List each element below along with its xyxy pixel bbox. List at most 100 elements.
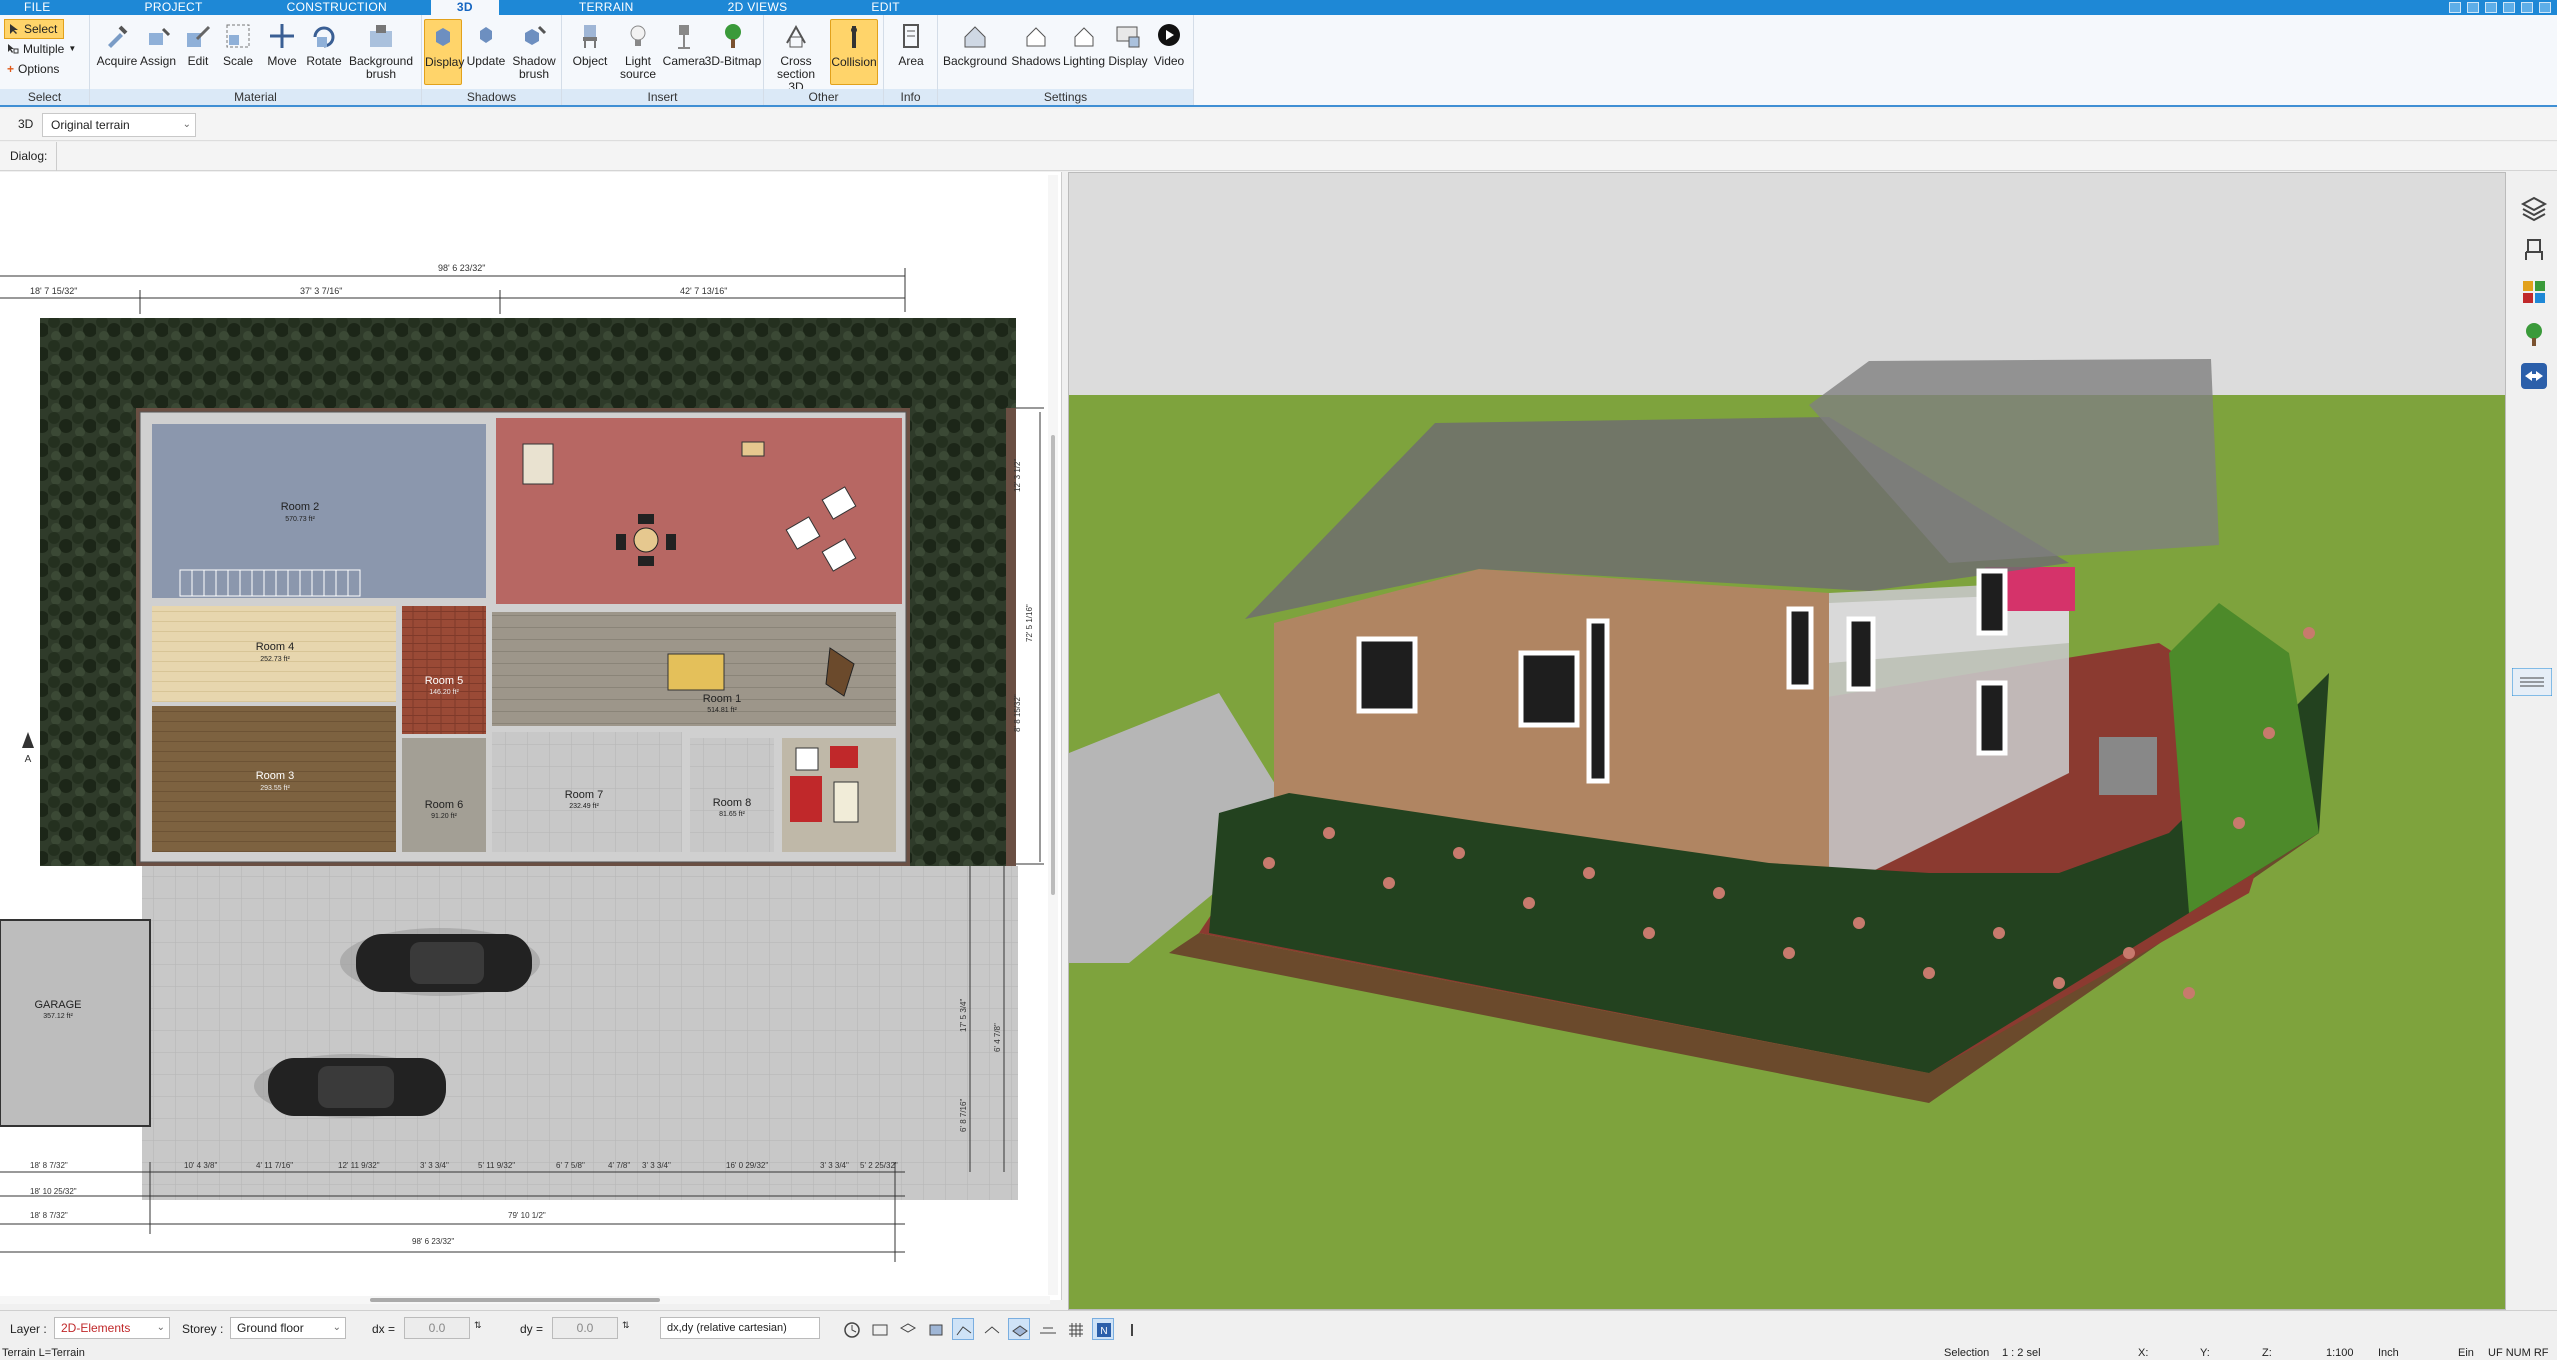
more-options-icon[interactable] — [1120, 1318, 1142, 1340]
minimize-icon[interactable] — [2485, 2, 2497, 13]
background-button[interactable]: Background — [942, 21, 1008, 68]
object-button[interactable]: Object — [568, 21, 612, 68]
room-5[interactable] — [402, 606, 486, 734]
rotate-icon — [313, 26, 335, 48]
floor-plan-canvas[interactable]: 98' 6 23/32" 18' 7 15/32" 37' 3 7/16" 42… — [0, 172, 1062, 1300]
unit-readout: Inch — [2378, 1347, 2399, 1359]
multiple-button[interactable]: Multiple ▼ — [4, 39, 84, 59]
rotate-button[interactable]: Rotate — [304, 21, 344, 68]
dim-r2: 8' 8 15/32" — [1013, 694, 1022, 732]
plan-vertical-scrollbar[interactable] — [1048, 175, 1058, 1295]
select-button[interactable]: Select — [4, 19, 64, 39]
area-button[interactable]: Area — [890, 21, 932, 68]
room-3-area: 293.55 ft² — [260, 785, 290, 792]
settings-icon[interactable] — [2467, 2, 2479, 13]
eyedropper-icon — [108, 25, 128, 48]
dx-stepper-icon[interactable]: ⇅ — [474, 1320, 482, 1331]
light-source-button[interactable]: Light source — [616, 21, 660, 81]
display-settings-button[interactable]: Display — [1106, 21, 1150, 68]
room-2-area: 570.73 ft² — [285, 516, 315, 523]
room-6[interactable] — [402, 738, 486, 852]
tab-file[interactable]: FILE — [0, 0, 75, 15]
status-message: Terrain L=Terrain — [2, 1347, 85, 1359]
material-palette-icon[interactable] — [2520, 278, 2548, 306]
maximize-icon[interactable] — [2521, 2, 2533, 13]
video-button[interactable]: Video — [1148, 21, 1190, 68]
dim-r1: 12' 3 1/2" — [1013, 459, 1022, 492]
play-icon — [1158, 24, 1180, 46]
room-8[interactable] — [690, 738, 774, 852]
camera-button[interactable]: Camera — [662, 21, 706, 68]
layers-visibility-icon[interactable] — [896, 1318, 918, 1340]
3d-side-panel — [2508, 172, 2557, 1310]
floor-plan-view[interactable]: 98' 6 23/32" 18' 7 15/32" 37' 3 7/16" 42… — [0, 172, 1062, 1300]
cross-section-3d-button[interactable]: Cross section 3D — [768, 21, 824, 94]
tab-edit[interactable]: EDIT — [811, 0, 924, 15]
coord-mode-select[interactable]: dx,dy (relative cartesian) — [660, 1317, 820, 1339]
dim-b13: 79' 10 1/2" — [508, 1211, 546, 1220]
monitor-icon — [1116, 26, 1140, 48]
collision-button[interactable]: Collision — [830, 19, 878, 85]
x-readout: X: — [2138, 1347, 2149, 1359]
tab-3d[interactable]: 3D — [430, 0, 499, 15]
tab-2d-views[interactable]: 2D VIEWS — [658, 0, 812, 15]
dy-input[interactable]: 0.0 — [552, 1317, 618, 1339]
dim-left-top: 18' 7 15/32" — [30, 286, 77, 296]
dy-stepper-icon[interactable]: ⇅ — [622, 1320, 630, 1331]
3d-bitmap-button[interactable]: 3D-Bitmap — [704, 21, 762, 68]
assign-button[interactable]: Assign — [138, 21, 178, 68]
north-icon[interactable]: N — [1092, 1318, 1114, 1340]
3d-scene[interactable] — [1069, 173, 2506, 1310]
3d-view[interactable] — [1068, 172, 2506, 1310]
garage[interactable] — [0, 919, 151, 1127]
app-window: { "menu_tabs": ["FILE","PROJECT","CONSTR… — [0, 0, 2557, 1360]
scale-button[interactable]: Scale — [218, 21, 258, 68]
tab-terrain[interactable]: TERRAIN — [499, 0, 658, 15]
move-button[interactable]: Move — [262, 21, 302, 68]
close-icon[interactable] — [2539, 2, 2551, 13]
teamviewer-icon[interactable] — [2520, 362, 2548, 390]
room-4-area: 252.73 ft² — [260, 656, 290, 663]
tab-construction[interactable]: CONSTRUCTION — [227, 0, 411, 15]
room-7-area: 232.49 ft² — [569, 803, 599, 810]
dim-b7: 4' 7/8" — [608, 1161, 630, 1170]
layers-icon[interactable] — [2520, 194, 2548, 222]
lighting-button[interactable]: Lighting — [1062, 21, 1106, 68]
snap-surface-icon[interactable] — [1036, 1318, 1058, 1340]
shadows-settings-button[interactable]: Shadows — [1010, 21, 1062, 68]
snap-area-icon[interactable] — [980, 1318, 1002, 1340]
plan-horizontal-scrollbar[interactable] — [0, 1296, 1050, 1304]
options-button[interactable]: + Options — [4, 59, 84, 79]
help-icon[interactable] — [2449, 2, 2461, 13]
clock-icon[interactable] — [840, 1318, 862, 1340]
objects-icon[interactable] — [924, 1318, 946, 1340]
plants-icon[interactable] — [2520, 320, 2548, 348]
room-1-area: 514.81 ft² — [707, 707, 737, 714]
acquire-button[interactable]: Acquire — [94, 21, 140, 68]
room-4[interactable] — [152, 606, 396, 702]
panel-collapse-handle-icon[interactable] — [2512, 668, 2552, 696]
info-bar: Terrain L=Terrain Selection 1 : 2 sel X:… — [0, 1346, 2557, 1360]
furniture-icon[interactable] — [2520, 236, 2548, 264]
dim-right-top: 42' 7 13/16" — [680, 286, 727, 296]
dim-b6: 6' 7 5/8" — [556, 1161, 585, 1170]
grid-icon[interactable] — [1064, 1318, 1086, 1340]
update-shadows-button[interactable]: Update — [466, 21, 506, 68]
svg-text:A: A — [25, 754, 32, 765]
shadow-brush-button[interactable]: Shadow brush — [510, 21, 558, 81]
snap-wall-icon[interactable] — [1008, 1318, 1030, 1340]
display-shadows-button[interactable]: Display — [424, 19, 464, 85]
snap-line-icon[interactable] — [952, 1318, 974, 1340]
storey-select[interactable]: Ground floor ⌄ — [230, 1317, 346, 1339]
restore-icon[interactable] — [2503, 2, 2515, 13]
layer-select[interactable]: 2D-Elements ⌄ — [54, 1317, 170, 1339]
svg-text:N: N — [1100, 1326, 1107, 1337]
dim-b4: 3' 3 3/4" — [420, 1161, 449, 1170]
dx-input[interactable]: 0.0 — [404, 1317, 470, 1339]
background-brush-button[interactable]: Background brush — [348, 21, 414, 81]
terrain-select[interactable]: Original terrain ⌄ — [42, 113, 196, 137]
car-bottom — [254, 1054, 446, 1118]
view-icon[interactable] — [868, 1318, 890, 1340]
edit-material-button[interactable]: Edit — [178, 21, 218, 68]
tab-project[interactable]: PROJECT — [75, 0, 227, 15]
